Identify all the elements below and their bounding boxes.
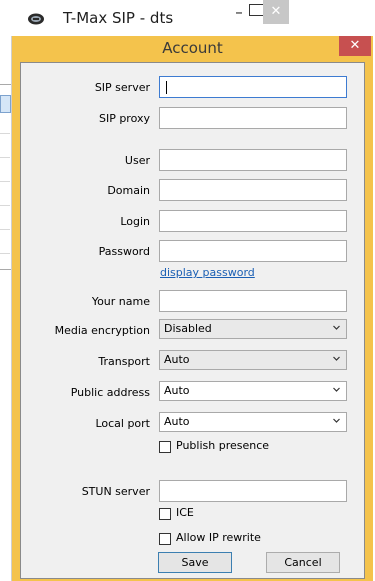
maximize-button[interactable] xyxy=(249,4,264,16)
public-address-label: Public address xyxy=(70,386,150,399)
sip-server-label-wrap: SIP server xyxy=(21,79,150,97)
cancel-button[interactable]: Cancel xyxy=(266,552,340,573)
list-divider xyxy=(0,253,10,254)
sip-proxy-label: SIP proxy xyxy=(98,112,150,125)
account-form: SIP server SIP proxy User Domain Login P… xyxy=(20,62,365,579)
public-address-combo[interactable]: Auto xyxy=(159,381,347,401)
local-port-label: Local port xyxy=(95,417,150,430)
user-label: User xyxy=(124,154,150,167)
display-password-link[interactable]: display password xyxy=(160,266,255,279)
media-encryption-select[interactable]: Disabled xyxy=(159,319,347,339)
list-divider xyxy=(0,229,10,230)
chevron-down-icon xyxy=(333,387,340,392)
ice-checkbox[interactable] xyxy=(159,508,171,520)
main-close-button[interactable]: ✕ xyxy=(263,0,289,24)
main-window-title: T-Max SIP - dts xyxy=(63,9,174,27)
your-name-input[interactable] xyxy=(159,290,347,312)
transport-label-wrap: Transport xyxy=(21,353,150,371)
login-label: Login xyxy=(120,215,150,228)
account-dialog: Account ✕ SIP server SIP proxy User Doma… xyxy=(12,36,373,581)
stun-server-label-wrap: STUN server xyxy=(21,483,150,501)
user-input[interactable] xyxy=(159,149,347,171)
dialog-close-button[interactable]: ✕ xyxy=(339,36,371,56)
app-logo-icon xyxy=(28,13,44,25)
login-input[interactable] xyxy=(159,210,347,232)
allow-ip-rewrite-checkbox[interactable] xyxy=(159,533,171,545)
domain-label-wrap: Domain xyxy=(21,182,150,200)
local-port-combo[interactable]: Auto xyxy=(159,412,347,432)
sip-proxy-input[interactable] xyxy=(159,107,347,129)
media-encryption-label-wrap: Media encryption xyxy=(21,322,150,340)
list-divider xyxy=(0,133,10,134)
password-input[interactable] xyxy=(159,240,347,262)
your-name-label-wrap: Your name xyxy=(21,293,150,311)
minimize-button[interactable]: – xyxy=(228,2,250,22)
publish-presence-checkbox[interactable] xyxy=(159,441,171,453)
login-label-wrap: Login xyxy=(21,213,150,231)
sip-server-label: SIP server xyxy=(94,81,150,94)
domain-label: Domain xyxy=(107,184,150,197)
allow-ip-rewrite-label[interactable]: Allow IP rewrite xyxy=(176,531,261,544)
public-address-value: Auto xyxy=(164,384,190,397)
media-encryption-label: Media encryption xyxy=(54,324,150,337)
local-port-label-wrap: Local port xyxy=(21,415,150,433)
chevron-down-icon xyxy=(333,325,340,330)
sip-proxy-label-wrap: SIP proxy xyxy=(21,110,150,128)
ice-label[interactable]: ICE xyxy=(176,506,194,519)
dialog-title-bar[interactable]: Account ✕ xyxy=(12,36,373,60)
background-selected-row xyxy=(0,95,11,113)
chevron-down-icon xyxy=(333,418,340,423)
transport-select[interactable]: Auto xyxy=(159,350,347,370)
media-encryption-value: Disabled xyxy=(164,322,212,335)
main-title-bar[interactable]: T-Max SIP - dts – ✕ xyxy=(0,0,289,36)
public-address-label-wrap: Public address xyxy=(21,384,150,402)
transport-label: Transport xyxy=(98,355,150,368)
text-caret xyxy=(166,81,167,94)
local-port-value: Auto xyxy=(164,415,190,428)
list-divider xyxy=(0,205,10,206)
user-label-wrap: User xyxy=(21,152,150,170)
chevron-down-icon xyxy=(333,356,340,361)
password-label-wrap: Password xyxy=(21,243,150,261)
stun-server-input[interactable] xyxy=(159,480,347,502)
domain-input[interactable] xyxy=(159,179,347,201)
stun-server-label: STUN server xyxy=(81,485,150,498)
transport-value: Auto xyxy=(164,353,190,366)
save-button[interactable]: Save xyxy=(158,552,232,573)
dialog-title: Account xyxy=(162,39,223,57)
publish-presence-label[interactable]: Publish presence xyxy=(176,439,269,452)
password-label: Password xyxy=(98,245,150,258)
your-name-label: Your name xyxy=(91,295,150,308)
list-divider xyxy=(0,181,10,182)
list-divider xyxy=(0,157,10,158)
sip-server-input[interactable] xyxy=(159,76,347,98)
